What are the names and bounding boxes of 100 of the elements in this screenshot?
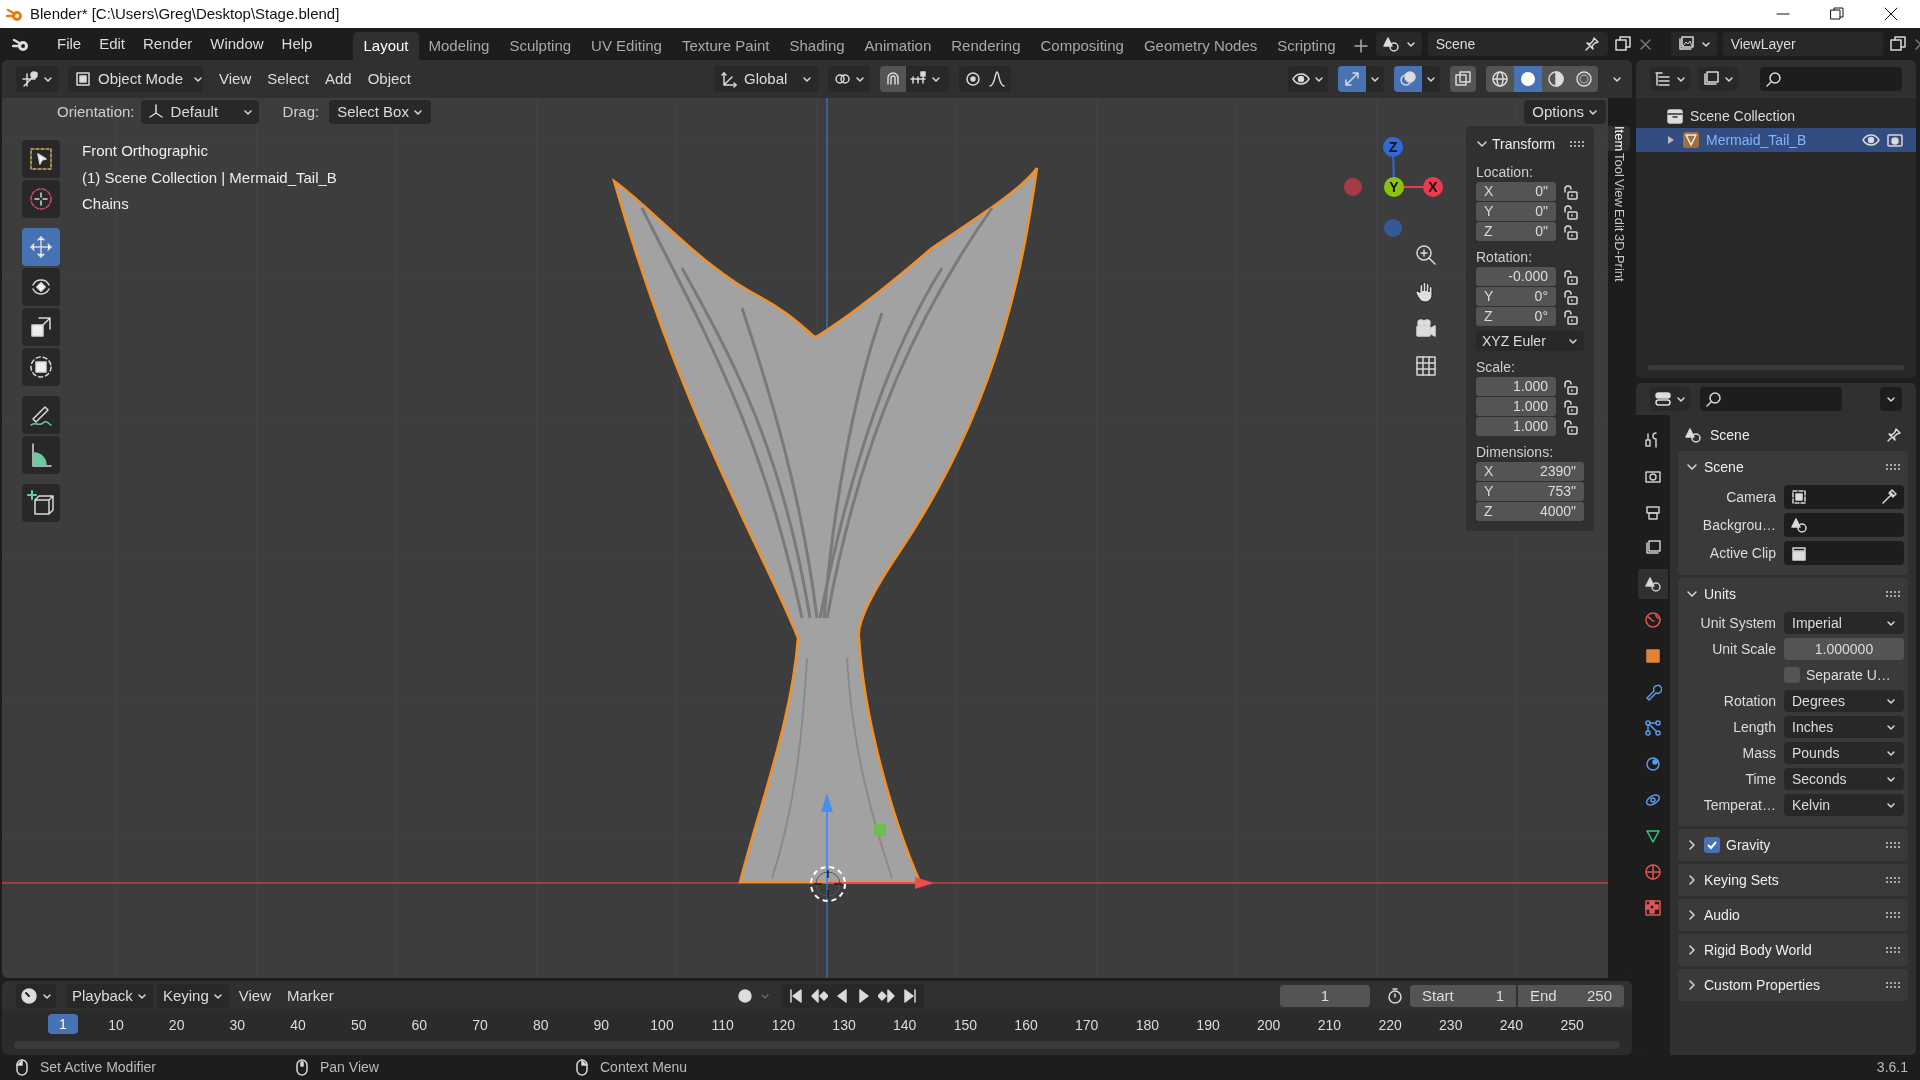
chevron-down-icon[interactable] xyxy=(1686,461,1698,473)
tool-button[interactable] xyxy=(22,436,60,474)
drag-handle-icon[interactable] xyxy=(1886,911,1900,919)
close-icon[interactable] xyxy=(1884,7,1898,21)
lock-icon[interactable] xyxy=(1562,418,1578,435)
checkbox[interactable] xyxy=(1704,837,1720,853)
maximize-icon[interactable] xyxy=(1830,7,1844,21)
sidebar-tab[interactable]: Item xyxy=(1608,126,1630,152)
dropdown[interactable]: Pounds xyxy=(1784,742,1904,764)
camera-icon[interactable] xyxy=(1886,131,1904,149)
number-field[interactable]: Y 753" xyxy=(1476,482,1584,501)
tool-button[interactable] xyxy=(22,180,60,218)
workspace-tab[interactable]: Scripting xyxy=(1267,32,1346,60)
globe-icon[interactable] xyxy=(1644,611,1662,629)
editor-type-button[interactable] xyxy=(1650,387,1690,411)
workspace-tab[interactable]: Rendering xyxy=(941,32,1031,60)
chevron-right-icon[interactable] xyxy=(1686,909,1698,921)
dropdown[interactable]: Imperial xyxy=(1784,612,1904,634)
material-icon[interactable] xyxy=(1644,863,1662,881)
menu-item[interactable]: View xyxy=(211,67,260,91)
drag-handle-icon[interactable] xyxy=(1886,590,1900,598)
zoom-icon[interactable] xyxy=(1414,243,1438,267)
workspace-tab[interactable]: Texture Paint xyxy=(671,32,780,60)
dropdown[interactable] xyxy=(1880,387,1902,411)
duplicate-icon[interactable] xyxy=(1613,35,1632,53)
number-field[interactable]: X 2390" xyxy=(1476,462,1584,481)
workspace-tab[interactable]: Compositing xyxy=(1030,32,1134,60)
editor-type-button[interactable] xyxy=(16,66,58,92)
axis-handle[interactable]: Y xyxy=(1384,177,1404,197)
number-field[interactable]: 1.000000 xyxy=(1784,638,1904,660)
pin-icon[interactable] xyxy=(1886,427,1902,443)
display-mode-dropdown[interactable] xyxy=(1650,67,1690,91)
workspace-tab[interactable]: Animation xyxy=(854,32,942,60)
menu-item[interactable]: View xyxy=(232,984,277,1008)
menu-dropdown[interactable]: Playback xyxy=(66,984,153,1008)
dropdown[interactable]: Inches xyxy=(1784,716,1904,738)
number-field[interactable]: 1.000 xyxy=(1476,377,1556,396)
dropdown[interactable]: Kelvin xyxy=(1784,794,1904,816)
menu-item[interactable]: Add xyxy=(316,67,360,91)
workspace-tab[interactable]: Shading xyxy=(779,32,855,60)
drag-handle-icon[interactable] xyxy=(1570,140,1584,148)
keyframe-jump-forward-icon[interactable] xyxy=(877,988,896,1004)
grid-icon[interactable] xyxy=(1414,354,1438,378)
proportional-editing-icon[interactable] xyxy=(964,70,982,88)
rotation-mode-dropdown[interactable]: XYZ Euler xyxy=(1476,331,1584,351)
pivot-dropdown[interactable] xyxy=(828,66,870,92)
view-layer-field[interactable]: ViewLayer xyxy=(1722,32,1883,56)
jump-end-icon[interactable] xyxy=(901,988,918,1004)
move-gizmo-drawing[interactable] xyxy=(821,793,934,889)
gizmo-toggle[interactable] xyxy=(1338,66,1366,92)
orientation-dropdown[interactable]: Default xyxy=(140,100,259,124)
add-icon[interactable] xyxy=(1353,39,1368,53)
lock-icon[interactable] xyxy=(1562,183,1578,200)
menu-item[interactable]: Marker xyxy=(281,984,340,1008)
chevron-right-icon[interactable] xyxy=(1686,839,1698,851)
menu-dropdown[interactable]: Keying xyxy=(156,984,229,1008)
chevron-right-icon[interactable] xyxy=(1686,944,1698,956)
tool-button[interactable] xyxy=(22,484,60,522)
checkbox[interactable] xyxy=(1784,667,1800,683)
orbit-icon[interactable] xyxy=(1644,755,1662,773)
scene-icon[interactable] xyxy=(1644,575,1662,593)
drag-handle-icon[interactable] xyxy=(1886,981,1900,989)
pin-icon[interactable] xyxy=(1583,36,1600,52)
overlay-toggle[interactable] xyxy=(1394,66,1422,92)
eye-icon[interactable] xyxy=(1862,131,1880,149)
menu-item[interactable]: Help xyxy=(274,32,320,56)
tool-button[interactable] xyxy=(22,348,60,386)
duplicate-icon[interactable] xyxy=(1888,35,1907,53)
number-field[interactable]: X 0" xyxy=(1476,182,1556,201)
view-layer-selector[interactable] xyxy=(1670,32,1717,56)
magnet-icon[interactable] xyxy=(884,70,902,88)
drag-handle-icon[interactable] xyxy=(1886,946,1900,954)
printer-icon[interactable] xyxy=(1644,503,1662,521)
number-field[interactable]: Z 4000" xyxy=(1476,502,1584,521)
workspace-tab[interactable]: UV Editing xyxy=(581,32,672,60)
options-dropdown[interactable]: Options xyxy=(1524,100,1606,124)
drag-handle-icon[interactable] xyxy=(1886,841,1900,849)
axis-handle[interactable] xyxy=(1384,219,1402,237)
menu-item[interactable]: Render xyxy=(136,32,200,56)
menu-item[interactable]: Window xyxy=(203,32,271,56)
dropdown[interactable]: Seconds xyxy=(1784,768,1904,790)
jump-start-icon[interactable] xyxy=(787,988,804,1004)
lock-icon[interactable] xyxy=(1562,223,1578,240)
shading-mode-button[interactable] xyxy=(1514,66,1542,92)
number-field[interactable]: 1.000 xyxy=(1476,397,1556,416)
orientation-dropdown[interactable]: Global xyxy=(714,66,818,92)
tool-button[interactable] xyxy=(22,396,60,434)
particles-icon[interactable] xyxy=(1644,719,1662,737)
layers-icon[interactable] xyxy=(1644,539,1662,557)
outliner-item[interactable]: Mermaid_Tail_B xyxy=(1636,128,1916,152)
lock-icon[interactable] xyxy=(1562,398,1578,415)
start-frame-field[interactable]: Start 1 xyxy=(1410,985,1516,1007)
drag-dropdown[interactable]: Select Box xyxy=(329,100,431,124)
axis-handle[interactable] xyxy=(1344,178,1362,196)
menu-item[interactable]: Select xyxy=(259,67,317,91)
menu-item[interactable]: File xyxy=(50,32,89,56)
filter-dropdown[interactable] xyxy=(1698,67,1738,91)
drag-handle-icon[interactable] xyxy=(1886,463,1900,471)
playhead[interactable]: 1 xyxy=(48,1014,78,1034)
lock-icon[interactable] xyxy=(1562,308,1578,325)
